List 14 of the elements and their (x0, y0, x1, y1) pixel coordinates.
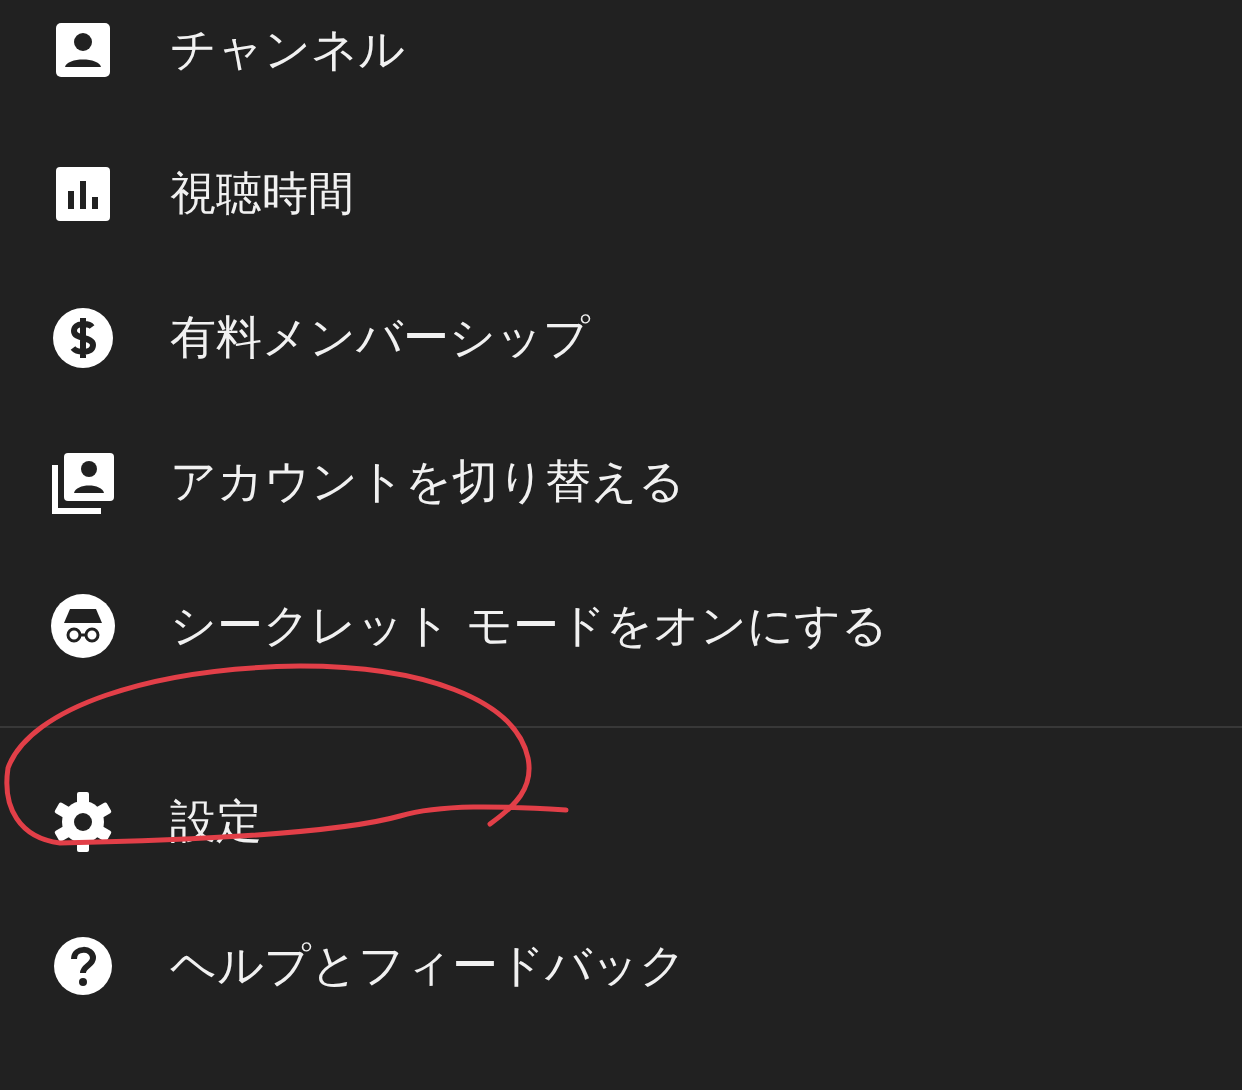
dollar-icon (50, 305, 116, 371)
menu-item[interactable]: シークレット モードをオンにする (0, 554, 1242, 698)
menu-item[interactable]: 視聴時間 (0, 122, 1242, 266)
menu-item[interactable]: チャンネル (0, 0, 1242, 122)
menu-item[interactable]: 有料メンバーシップ (0, 266, 1242, 410)
menu-label: ヘルプとフィードバック (170, 938, 686, 994)
menu-label: シークレット モードをオンにする (170, 598, 888, 654)
menu-item[interactable]: ヘルプとフィードバック (0, 894, 1242, 1038)
menu-item[interactable]: アカウントを切り替える (0, 410, 1242, 554)
menu-label: 視聴時間 (170, 166, 354, 222)
menu-label: アカウントを切り替える (170, 454, 685, 510)
incognito-icon (50, 593, 116, 659)
menu-label: 有料メンバーシップ (170, 310, 590, 366)
menu-label: チャンネル (170, 22, 405, 78)
